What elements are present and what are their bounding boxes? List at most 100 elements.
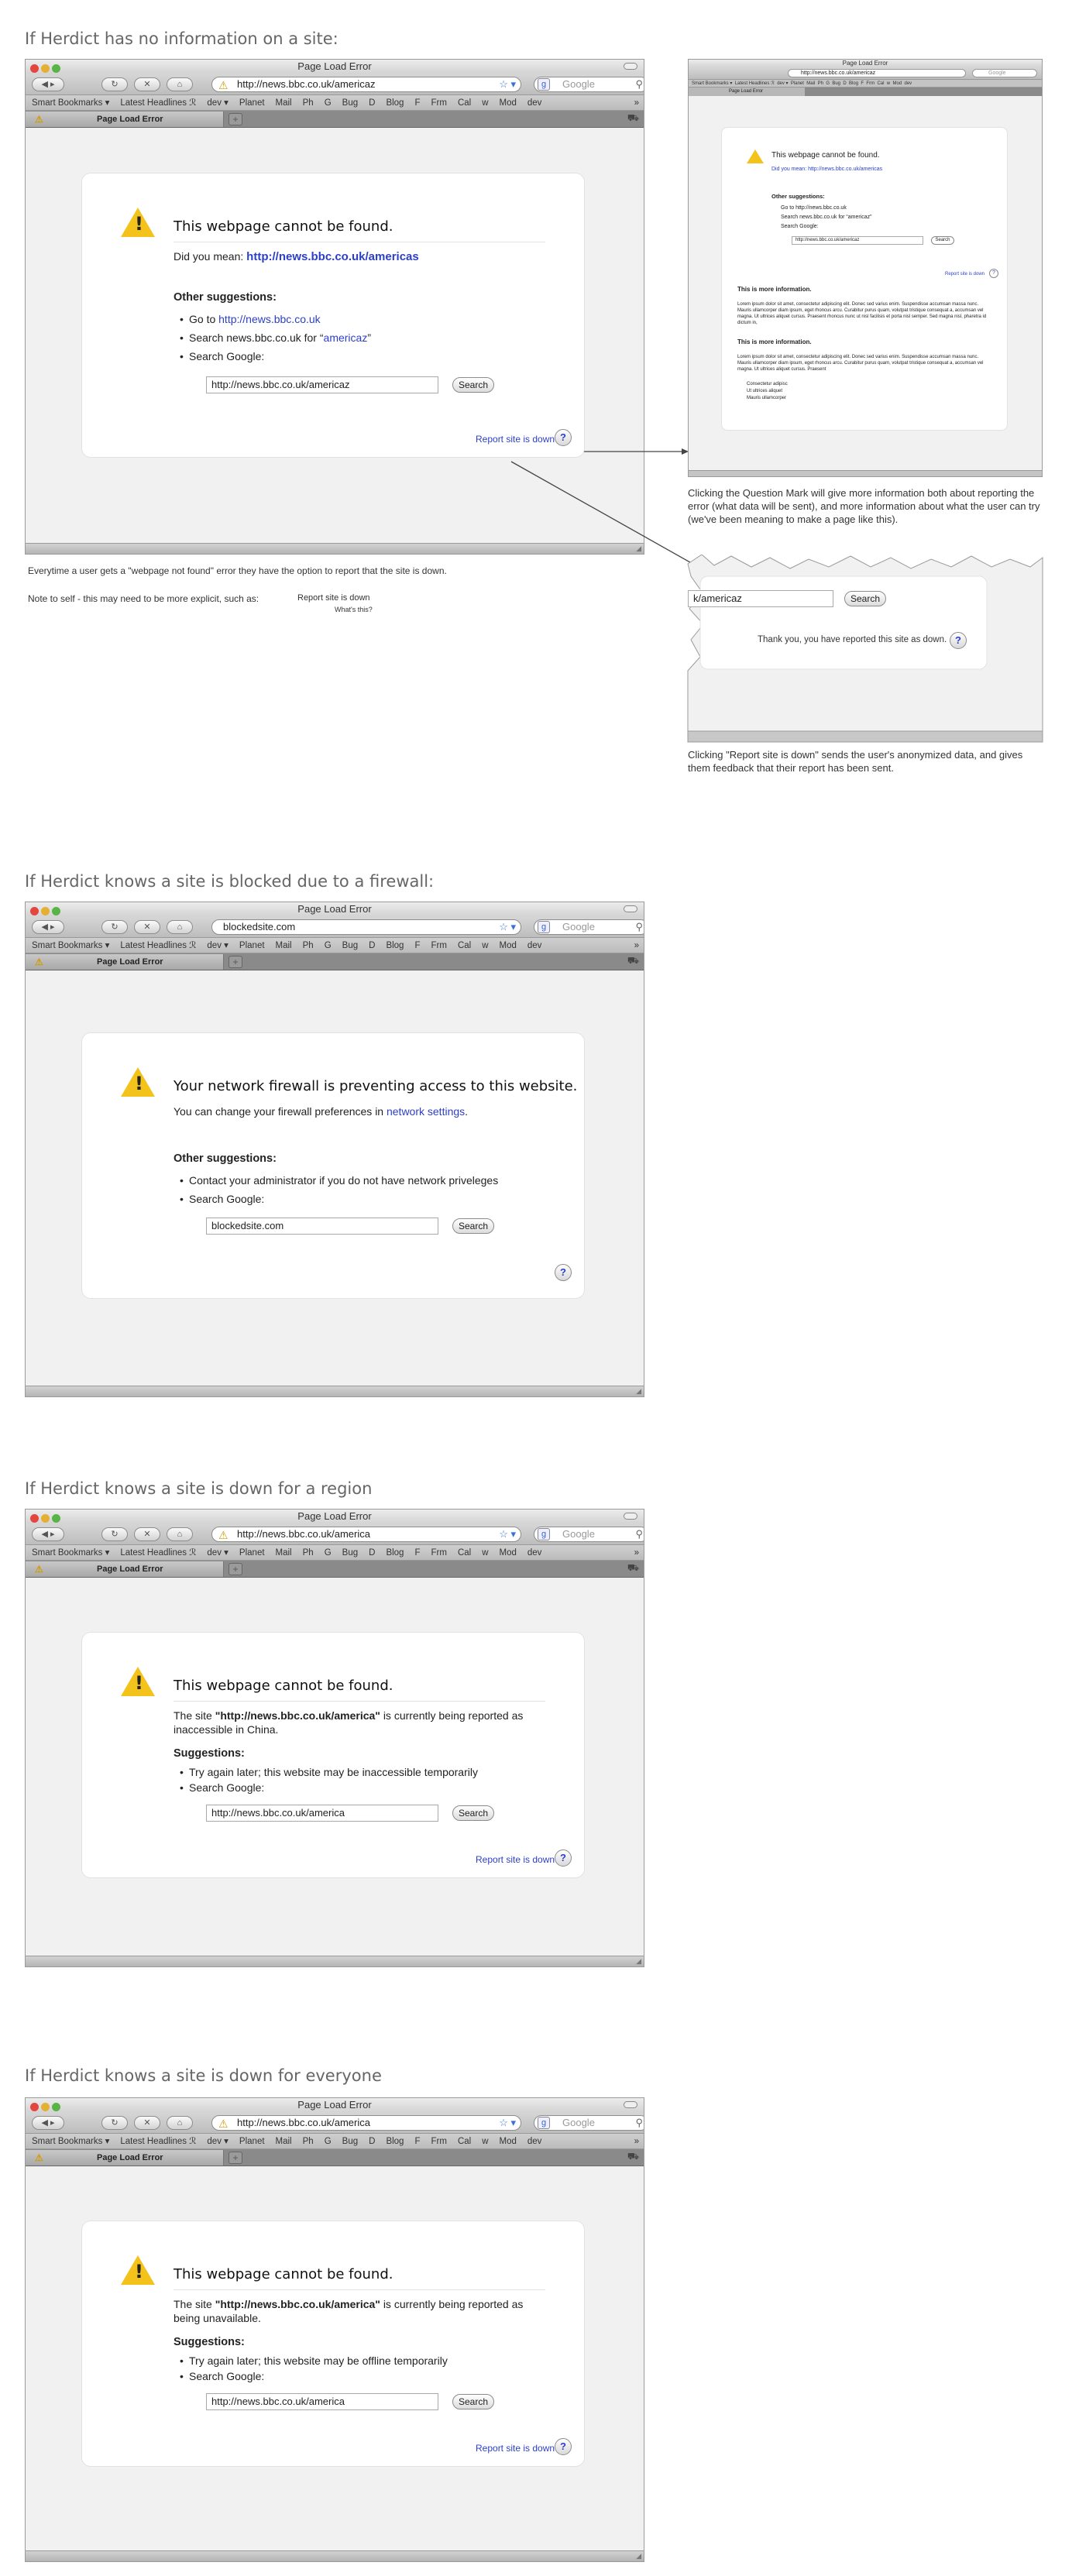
bookmark-item[interactable]: w (482, 1548, 488, 1558)
bookmark-item[interactable]: w (482, 941, 488, 950)
bookmark-item[interactable]: dev (527, 941, 542, 950)
bookmark-item[interactable]: Ph (303, 1548, 314, 1558)
bookmark-item[interactable]: dev ▾ (207, 2137, 229, 2146)
bookmark-item[interactable]: D (369, 2137, 375, 2146)
google-engine-icon[interactable]: g (538, 2117, 550, 2129)
new-tab-button[interactable]: + (229, 956, 242, 968)
search-field[interactable]: g Google ⚲ (534, 2115, 644, 2131)
tab-page-load-error[interactable]: ⚠ Page Load Error (26, 954, 224, 970)
example-report-link[interactable]: Report site is down (297, 593, 370, 603)
bookmark-item[interactable]: G (325, 2137, 332, 2146)
search-field[interactable]: g Google ⚲ (534, 1527, 644, 1542)
bookmark-item[interactable]: F (414, 941, 420, 950)
help-question-icon[interactable]: ? (555, 2438, 572, 2455)
resize-grip-icon[interactable]: ◢ (636, 2552, 641, 2561)
bookmark-item[interactable]: Frm (431, 2137, 447, 2146)
rss-icon[interactable]: ⛟ (627, 1562, 639, 1575)
bookmark-item[interactable]: Smart Bookmarks ▾ (32, 941, 109, 950)
minimize-window-icon[interactable] (41, 2103, 50, 2111)
bookmark-item[interactable]: Planet (791, 81, 804, 86)
close-window-icon[interactable] (30, 2103, 39, 2111)
help-question-icon[interactable]: ? (555, 1264, 572, 1281)
google-search-input[interactable]: blockedsite.com (206, 1218, 438, 1235)
bookmark-item[interactable]: Blog (849, 81, 858, 86)
tab-page-load-error[interactable]: Page Load Error (689, 88, 805, 96)
rss-icon[interactable]: ⛟ (627, 2151, 639, 2163)
bookmarks-overflow-button[interactable]: » (634, 938, 639, 953)
bookmark-item[interactable]: F (414, 2137, 420, 2146)
new-tab-button[interactable]: + (229, 1563, 242, 1575)
toolbar-toggle-button[interactable] (624, 905, 637, 912)
report-site-down-link[interactable]: Report site is down (945, 272, 985, 276)
google-search-input[interactable]: http://news.bbc.co.uk/america (206, 2393, 438, 2410)
reload-button[interactable]: ↻ (101, 920, 128, 934)
report-site-down-link[interactable]: Report site is down (476, 1854, 555, 1865)
resize-grip-icon[interactable]: ◢ (636, 1957, 641, 1966)
bookmark-item[interactable]: Ph (818, 81, 823, 86)
bookmark-item[interactable]: Frm (866, 81, 875, 86)
google-engine-icon[interactable]: g (538, 1528, 550, 1540)
network-settings-link[interactable]: network settings (387, 1105, 465, 1118)
bookmark-item[interactable]: Frm (431, 1548, 447, 1558)
bookmark-item[interactable]: Cal (458, 1548, 471, 1558)
search-button[interactable]: Search (452, 1805, 494, 1821)
bookmark-item[interactable]: Planet (239, 1548, 265, 1558)
help-question-icon[interactable]: ? (555, 1850, 572, 1867)
bookmark-item[interactable]: Mail (276, 1548, 292, 1558)
bookmark-item[interactable]: Mail (276, 941, 292, 950)
bookmark-item[interactable]: Mail (276, 2137, 292, 2146)
bookmark-item[interactable]: Bug (832, 81, 840, 86)
back-button[interactable]: ◀ ▸ (32, 920, 64, 934)
home-button[interactable]: ⌂ (167, 920, 193, 934)
back-button[interactable]: ◀ ▸ (32, 1527, 64, 1541)
bookmark-item[interactable]: dev ▾ (777, 81, 788, 86)
bookmarks-overflow-button[interactable]: » (634, 1545, 639, 1561)
close-window-icon[interactable] (30, 907, 39, 915)
close-window-icon[interactable] (30, 1514, 39, 1523)
bookmark-item[interactable]: w (482, 2137, 488, 2146)
reload-button[interactable]: ↻ (101, 2116, 128, 2130)
url-bar[interactable]: ⚠ http://news.bbc.co.uk/america ☆ ▾ (211, 2115, 521, 2131)
bookmark-item[interactable]: Smart Bookmarks ▾ (692, 81, 732, 86)
help-question-icon[interactable]: ? (989, 269, 998, 278)
search-button[interactable]: Search (931, 236, 954, 245)
bookmark-item[interactable]: Ph (303, 941, 314, 950)
bookmark-item[interactable]: Latest Headlines ℛ (120, 941, 196, 950)
home-button[interactable]: ⌂ (167, 2116, 193, 2130)
bookmark-item[interactable]: Mod (500, 941, 517, 950)
bookmark-item[interactable]: D (369, 1548, 375, 1558)
bookmark-item[interactable]: dev (905, 81, 912, 86)
bookmark-item[interactable]: Bug (342, 2137, 358, 2146)
search-button[interactable]: Search (452, 1218, 494, 1234)
bookmark-item[interactable]: F (414, 1548, 420, 1558)
bookmark-item[interactable]: G (826, 81, 830, 86)
bookmark-item[interactable]: Latest Headlines ℛ (735, 81, 775, 86)
report-site-down-link[interactable]: Report site is down (476, 2443, 555, 2454)
bookmark-item[interactable]: D (843, 81, 846, 86)
bookmark-item[interactable]: G (325, 941, 332, 950)
bookmark-star-icon[interactable]: ☆ ▾ (499, 920, 516, 934)
toolbar-toggle-button[interactable] (624, 2101, 637, 2108)
search-field[interactable]: Google (972, 69, 1037, 77)
bookmark-item[interactable]: Blog (386, 2137, 404, 2146)
bookmark-star-icon[interactable]: ☆ ▾ (499, 1527, 516, 1541)
help-question-icon[interactable]: ? (950, 632, 967, 649)
bookmark-item[interactable]: Ph (303, 2137, 314, 2146)
bookmark-item[interactable]: dev (527, 1548, 542, 1558)
stop-button[interactable]: ✕ (134, 1527, 160, 1541)
bookmark-item[interactable]: F (861, 81, 864, 86)
bookmark-item[interactable]: Frm (431, 941, 447, 950)
bookmark-item[interactable]: Latest Headlines ℛ (120, 2137, 196, 2146)
bookmark-item[interactable]: D (369, 941, 375, 950)
bookmark-item[interactable]: Mod (500, 1548, 517, 1558)
bookmark-item[interactable]: Planet (239, 941, 265, 950)
new-tab-button[interactable]: + (229, 2152, 242, 2164)
google-search-input[interactable]: k/americaz (688, 590, 833, 607)
bookmark-item[interactable]: Blog (386, 1548, 404, 1558)
bookmark-item[interactable]: Mod (892, 81, 902, 86)
url-bar[interactable]: http://news.bbc.co.uk/americaz (788, 69, 966, 77)
resize-grip-icon[interactable]: ◢ (636, 1387, 641, 1396)
url-bar[interactable]: blockedsite.com ☆ ▾ (211, 919, 521, 935)
bookmark-item[interactable]: dev ▾ (207, 1548, 229, 1558)
home-button[interactable]: ⌂ (167, 1527, 193, 1541)
